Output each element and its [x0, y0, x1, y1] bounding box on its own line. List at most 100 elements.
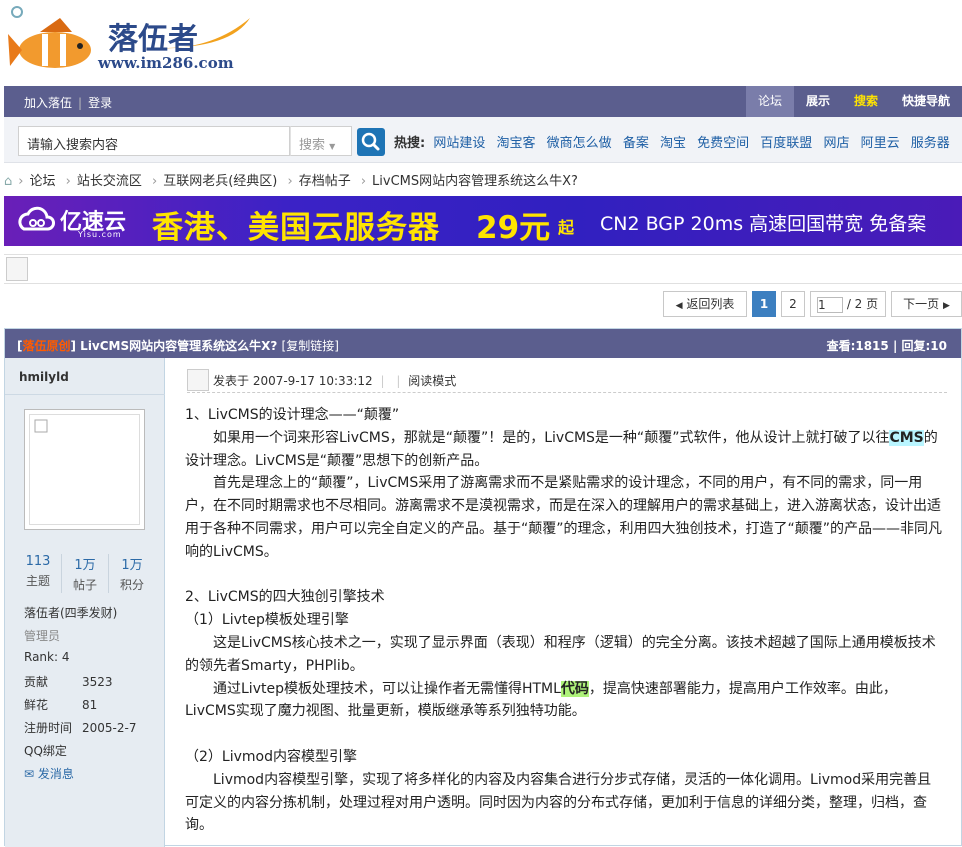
- author-registered: 注册时间 2005-2-7: [24, 719, 136, 742]
- keyword-link[interactable]: 代码: [560, 680, 589, 697]
- keyword-link[interactable]: CMS: [889, 429, 924, 446]
- nav-tab-showcase[interactable]: 展示: [794, 86, 842, 117]
- site-logo[interactable]: 落伍者 www.im286.com: [0, 0, 260, 86]
- breadcrumb-separator: ›: [151, 174, 158, 189]
- breadcrumb-item[interactable]: 站长交流区: [77, 174, 142, 189]
- back-to-list-label: 返回列表: [686, 297, 735, 311]
- send-message-label: 发消息: [37, 767, 74, 781]
- author-group[interactable]: 落伍者(四季发财): [24, 604, 136, 627]
- divider: |: [396, 374, 401, 388]
- hot-link[interactable]: 淘宝: [660, 136, 686, 151]
- breadcrumb-separator: ›: [287, 174, 293, 189]
- nav-tab-quick-nav[interactable]: 快捷导航: [890, 86, 962, 117]
- hot-search-label: 热搜:: [394, 136, 426, 151]
- page-total: / 2 页: [846, 297, 879, 311]
- join-link[interactable]: 加入落伍: [24, 96, 72, 110]
- document-icon[interactable]: [6, 257, 28, 281]
- page-1-button[interactable]: 1: [752, 291, 776, 317]
- author-name[interactable]: hmilyld: [19, 370, 69, 384]
- content-paragraph: 如果用一个词来形容LivCMS，那就是“颠覆”！是的，LivCMS是一种“颠覆”…: [185, 427, 945, 473]
- hot-link[interactable]: 服务器: [911, 136, 950, 151]
- breadcrumb-separator: ›: [65, 174, 71, 189]
- author-rank: Rank: 4: [24, 650, 70, 664]
- author-stat-posts[interactable]: 1万 帖子: [62, 554, 109, 593]
- divider: |: [380, 374, 385, 388]
- content-paragraph: 通过Livtep模板处理技术，可以让操作者无需懂得HTML代码，提高快速部署能力…: [185, 678, 945, 724]
- author-role: 管理员: [24, 629, 61, 643]
- search-input[interactable]: 请输入搜索内容: [18, 126, 290, 156]
- hot-link[interactable]: 百度联盟: [760, 136, 812, 151]
- breadcrumb-separator: ›: [18, 174, 24, 189]
- author-icon: [187, 369, 209, 391]
- ad-banner[interactable]: 亿速云 Yisu.com 香港、美国云服务器 29元 起 CN2 BGP 20m…: [4, 196, 962, 246]
- text-run: 如果用一个词来形容LivCMS，那就是“颠覆”！是的，LivCMS是一种“颠覆”…: [213, 429, 890, 446]
- send-message-link[interactable]: ✉ 发消息: [24, 765, 136, 788]
- post-title-text: LivCMS网站内容管理系统这么牛X?: [80, 339, 278, 353]
- read-mode-link[interactable]: 阅读模式: [408, 374, 456, 388]
- post: [落伍原创] LivCMS网站内容管理系统这么牛X? [复制链接] 查看:181…: [4, 328, 962, 847]
- content-heading: 1、LivCMS的设计理念——“颠覆”: [185, 407, 400, 423]
- hot-link[interactable]: 微商怎么做: [547, 136, 612, 151]
- info-value: 81: [82, 698, 98, 712]
- chevron-right-icon: ▶: [942, 301, 950, 311]
- author-info: 落伍者(四季发财) 管理员 Rank: 4 贡献 3523 鲜花 81 注册时间 20…: [24, 604, 136, 788]
- search-icon: [361, 132, 380, 151]
- post-tag[interactable]: 落伍原创: [22, 339, 70, 353]
- author-stat-credits[interactable]: 1万 积分: [109, 554, 155, 593]
- nav-tab-search[interactable]: 搜索: [842, 86, 890, 117]
- chevron-down-icon: ▼: [329, 142, 336, 151]
- divider: |: [78, 96, 83, 110]
- hot-search: 热搜: 网站建设 淘宝客 微商怎么做 备案 淘宝 免费空间 百度联盟 网店 阿里…: [394, 132, 957, 151]
- banner-price: 29元: [476, 210, 551, 246]
- banner-headline: 香港、美国云服务器: [152, 210, 440, 246]
- banner-brand-sub: Yisu.com: [78, 230, 122, 239]
- stat-label: 帖子: [72, 578, 97, 592]
- next-page-button[interactable]: 下一页 ▶: [891, 291, 962, 317]
- content-paragraph: 首先是理念上的“颠覆”，LivCMS采用了游离需求而不是紧贴需求的设计理念，不同…: [185, 475, 943, 560]
- hot-link[interactable]: 备案: [623, 136, 649, 151]
- banner-price-suffix: 起: [558, 218, 575, 237]
- hot-link[interactable]: 阿里云: [861, 136, 900, 151]
- content-paragraph: Livmod内容模型引擎，实现了将多样化的内容及内容集合进行分步式存储，灵活的一…: [185, 771, 932, 834]
- back-to-list-button[interactable]: ◀ 返回列表: [663, 291, 747, 317]
- hot-link[interactable]: 淘宝客: [497, 136, 536, 151]
- breadcrumb-item[interactable]: 互联网老兵(经典区): [163, 174, 277, 189]
- top-navbar: 加入落伍 | 登录 论坛 展示 搜索 快捷导航: [4, 86, 962, 117]
- search-type-select[interactable]: 搜索 ▼: [290, 126, 352, 156]
- content-subheading: （1）Livtep模板处理引擎: [185, 612, 349, 629]
- breadcrumb-item[interactable]: 论坛: [29, 174, 55, 189]
- avatar[interactable]: [24, 409, 145, 530]
- content-subheading: （2）Livmod内容模型引擎: [185, 748, 357, 765]
- search-button[interactable]: [357, 128, 385, 156]
- copy-link-button[interactable]: [复制链接]: [282, 339, 339, 353]
- author-stat-threads[interactable]: 113 主题: [15, 554, 62, 593]
- hot-link[interactable]: 网店: [823, 136, 849, 151]
- info-key: 鲜花: [24, 698, 49, 712]
- chevron-left-icon: ◀: [675, 301, 683, 311]
- logo-brand-text: 落伍者: [108, 22, 198, 57]
- login-link[interactable]: 登录: [88, 96, 112, 110]
- hot-link[interactable]: 免费空间: [697, 136, 749, 151]
- page-2-button[interactable]: 2: [781, 291, 805, 317]
- post-stats: 查看:1815 | 回复:10: [826, 339, 947, 353]
- info-key: 注册时间: [24, 721, 73, 735]
- stat-value: 113: [25, 554, 51, 569]
- home-icon[interactable]: ⌂: [4, 174, 12, 189]
- page-jump-input[interactable]: 1: [817, 296, 843, 313]
- divider: [5, 394, 165, 395]
- nav-tab-forum[interactable]: 论坛: [745, 86, 794, 117]
- text-run: 通过Livtep模板处理技术，可以让操作者无需懂得HTML: [213, 680, 561, 697]
- page-jump: 1 / 2 页: [810, 291, 886, 317]
- info-key: 贡献: [24, 675, 49, 689]
- author-flowers: 鲜花 81: [24, 696, 136, 719]
- author-sidebar: hmilyld 113 主题 1万 帖子 1万 积分 落伍者(四季发财) 管理员 Ra…: [5, 358, 165, 847]
- post-content: 1、LivCMS的设计理念——“颠覆” 如果用一个词来形容LivCMS，那就是“…: [185, 404, 945, 837]
- stat-label: 积分: [119, 578, 144, 592]
- breadcrumb-item[interactable]: 存档帖子: [299, 174, 351, 189]
- post-meta: 发表于 2007-9-17 10:33:12 | | 阅读模式: [187, 367, 947, 393]
- info-value: 2005-2-7: [82, 721, 137, 735]
- cloud-logo-icon: [18, 206, 55, 231]
- post-title: [落伍原创] LivCMS网站内容管理系统这么牛X? [复制链接]: [17, 339, 339, 353]
- hot-link[interactable]: 网站建设: [433, 136, 485, 151]
